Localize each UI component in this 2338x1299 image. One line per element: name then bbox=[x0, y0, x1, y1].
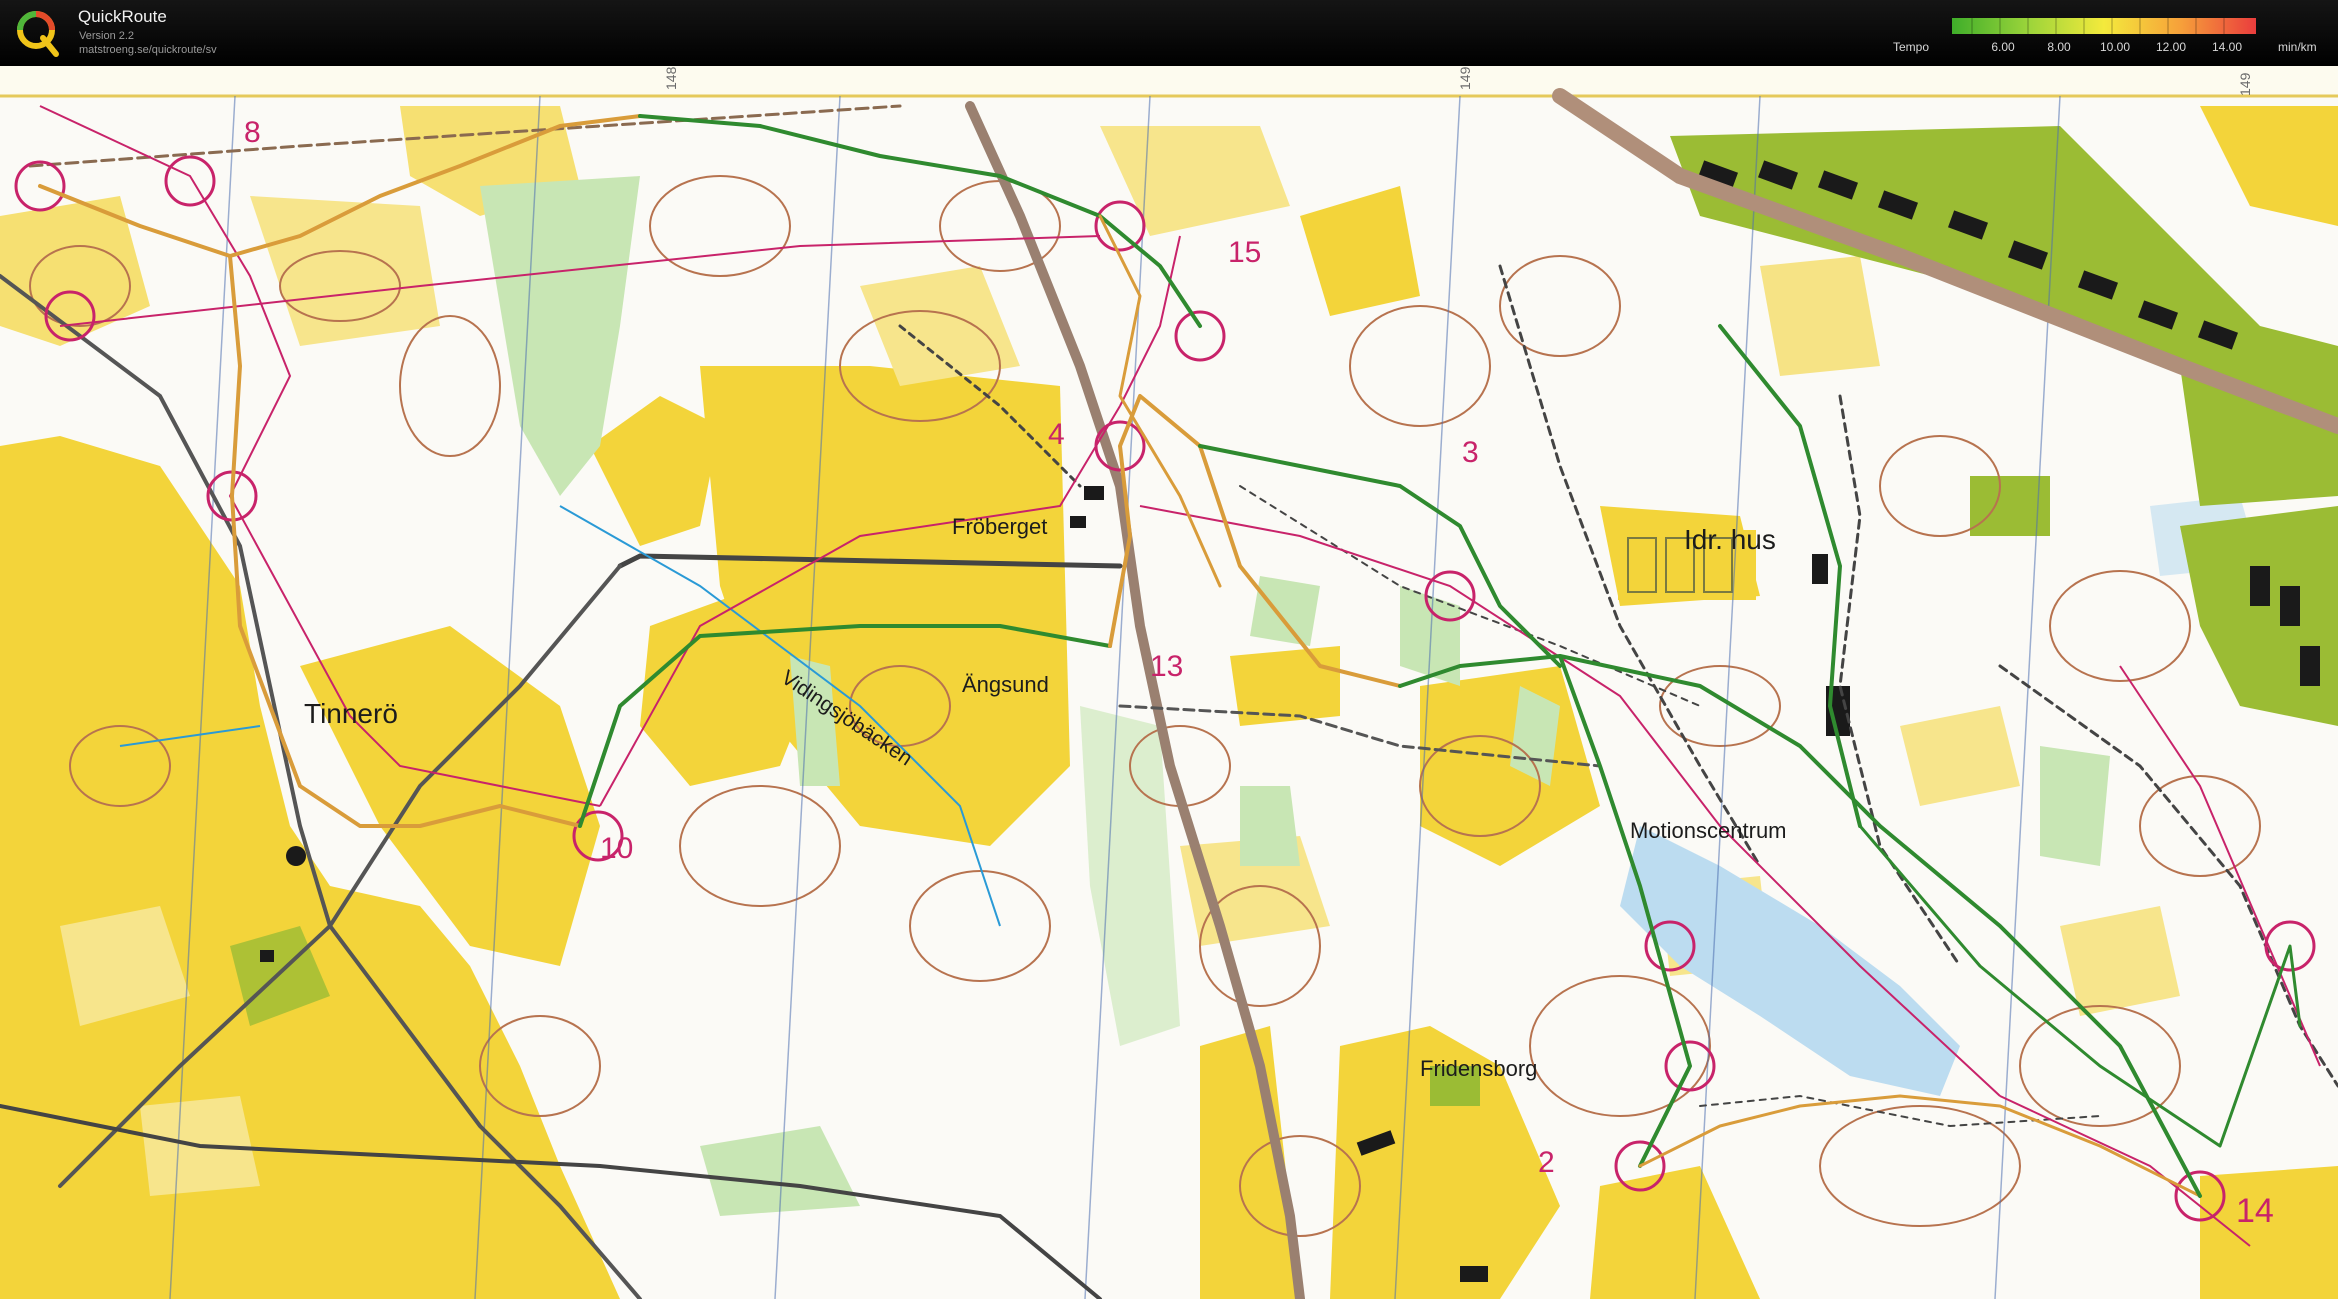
control-number: 4 bbox=[1048, 418, 1065, 451]
svg-text:149: 149 bbox=[1457, 66, 1473, 90]
svg-text:149: 149 bbox=[2237, 72, 2253, 96]
place-name-fridensborg: Fridensborg bbox=[1420, 1056, 1538, 1081]
control-number: 15 bbox=[1228, 236, 1262, 269]
app-title: QuickRoute bbox=[78, 7, 167, 26]
app-url: matstroeng.se/quickroute/sv bbox=[79, 44, 217, 56]
legend-tick: 14.00 bbox=[2211, 40, 2243, 54]
quickroute-logo-icon bbox=[17, 11, 59, 57]
place-name-motionscentrum: Motionscentrum bbox=[1630, 818, 1787, 843]
legend-tick: 10.00 bbox=[2099, 40, 2131, 54]
app-version: Version 2.2 bbox=[79, 30, 135, 42]
control-number: 3 bbox=[1462, 436, 1479, 469]
place-name-froberget: Fröberget bbox=[952, 514, 1048, 539]
place-name-idr-hus: Idr. hus bbox=[1684, 524, 1776, 555]
tempo-color-scale bbox=[1952, 18, 2256, 34]
legend-label: Tempo bbox=[1893, 40, 1930, 54]
control-number: 14 bbox=[2236, 1192, 2274, 1230]
legend-unit: min/km bbox=[2278, 40, 2317, 54]
legend-tick: 6.00 bbox=[1991, 40, 2015, 54]
control-number: 8 bbox=[244, 116, 261, 149]
control-number: 13 bbox=[1150, 650, 1184, 683]
control-number: 2 bbox=[1538, 1146, 1555, 1179]
place-name-angsund: Ängsund bbox=[962, 672, 1049, 697]
orienteering-map[interactable]: 148 149 149 Fröberget Vidingsjöbäcken Än… bbox=[0, 66, 2338, 1299]
legend-tick: 12.00 bbox=[2155, 40, 2187, 54]
control-number: 10 bbox=[600, 832, 634, 865]
app-header: QuickRoute Version 2.2 matstroeng.se/qui… bbox=[0, 0, 2338, 66]
place-name-tinnero: Tinnerö bbox=[304, 698, 398, 729]
svg-text:148: 148 bbox=[663, 66, 679, 90]
legend-tick: 8.00 bbox=[2047, 40, 2071, 54]
